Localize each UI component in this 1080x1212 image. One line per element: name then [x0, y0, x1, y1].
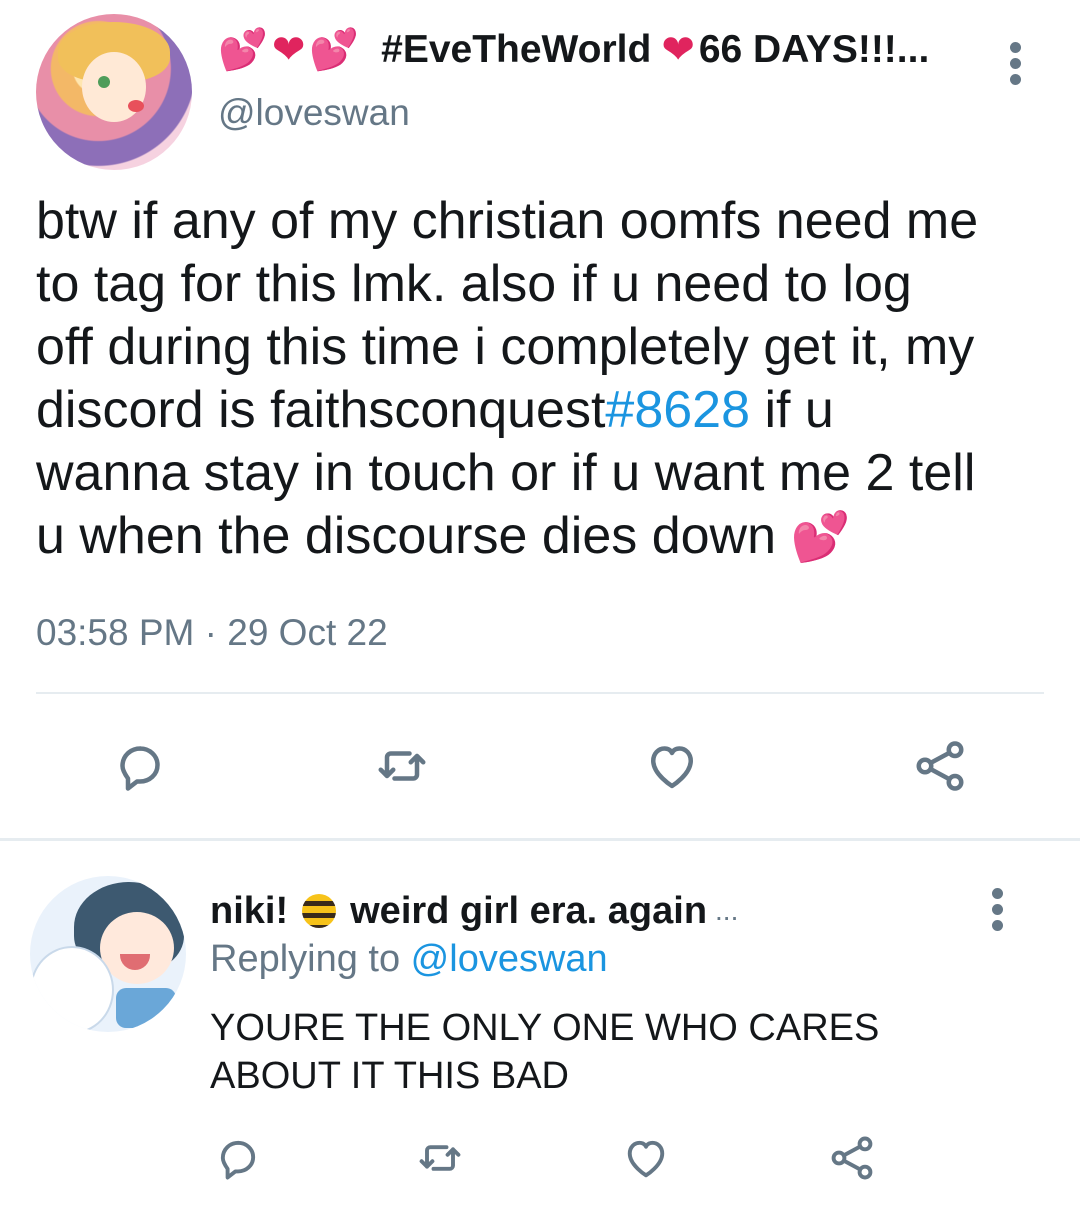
- replying-to: Replying to @loveswan: [210, 938, 608, 981]
- two-hearts-icon: 💕: [309, 28, 360, 72]
- avatar-plush: [30, 946, 114, 1032]
- section-divider: [0, 838, 1080, 841]
- divider: [36, 692, 1044, 694]
- more-options-icon[interactable]: [986, 888, 1010, 932]
- reply-actions: [0, 1132, 1080, 1188]
- tweet-text-line: u when the discourse dies down 💕: [36, 505, 1046, 569]
- replying-prefix: Replying to: [210, 938, 411, 980]
- avatar-mouth: [128, 100, 144, 112]
- like-icon[interactable]: [642, 736, 702, 796]
- retweet-icon[interactable]: [372, 736, 432, 796]
- red-heart-icon: ❤: [271, 28, 306, 72]
- reply-text: YOURE THE ONLY ONE WHO CARES ABOUT IT TH…: [210, 1004, 1030, 1100]
- tweet-text-line: discord is faithsconquest#8628 if u: [36, 379, 1046, 442]
- tweet-text-line: wanna stay in touch or if u want me 2 te…: [36, 444, 976, 502]
- avatar-collar: [116, 988, 176, 1028]
- tweet-text-fragment: discord is faithsconquest: [36, 381, 606, 439]
- reply-author-name-row[interactable]: niki! weird girl era. again ...: [210, 884, 738, 938]
- hashtag-link[interactable]: #8628: [605, 381, 750, 439]
- share-icon[interactable]: [826, 1132, 878, 1184]
- tweet-text: btw if any of my christian oomfs need me…: [36, 190, 1046, 569]
- reply-icon[interactable]: [212, 1132, 264, 1184]
- reply-author-display-name-rest: weird girl era. again: [350, 889, 708, 932]
- bee-icon: [302, 894, 337, 928]
- tweet-timestamp[interactable]: 03:58 PM · 29 Oct 22: [36, 612, 388, 654]
- two-hearts-icon: 💕: [790, 511, 851, 564]
- author-name-row[interactable]: 💕 ❤ 💕 #EveTheWorld ❤ 66 DAYS!!!...: [218, 22, 929, 78]
- reply-text-line: YOURE THE ONLY ONE WHO CARES: [210, 1007, 880, 1049]
- tweet-text-fragment: u when the discourse dies down: [36, 507, 777, 565]
- truncation-ellipsis: ...: [715, 895, 739, 926]
- red-heart-icon: ❤: [661, 28, 695, 72]
- like-icon[interactable]: [620, 1132, 672, 1184]
- replying-handle-link[interactable]: @loveswan: [411, 938, 608, 980]
- author-display-name-suffix: 66 DAYS!!!...: [698, 28, 930, 71]
- reply-author-display-name: niki!: [210, 889, 289, 932]
- author-avatar[interactable]: [36, 14, 192, 170]
- retweet-icon[interactable]: [414, 1132, 466, 1184]
- tweet-text-line: to tag for this lmk. also if u need to l…: [36, 255, 912, 313]
- author-handle[interactable]: @loveswan: [218, 92, 410, 134]
- more-options-icon[interactable]: [1004, 42, 1028, 86]
- avatar-eye: [98, 76, 110, 88]
- tweet-text-line: btw if any of my christian oomfs need me: [36, 192, 979, 250]
- reply-text-line: ABOUT IT THIS BAD: [210, 1055, 569, 1097]
- share-icon[interactable]: [910, 736, 970, 796]
- author-display-name: #EveTheWorld: [381, 28, 652, 71]
- reply-author-avatar[interactable]: [30, 876, 186, 1032]
- tweet-text-fragment: if u: [750, 381, 834, 439]
- reply-icon[interactable]: [110, 736, 170, 796]
- tweet-text-line: off during this time i completely get it…: [36, 318, 975, 376]
- two-hearts-icon: 💕: [218, 28, 268, 72]
- tweet-actions: [0, 736, 1080, 800]
